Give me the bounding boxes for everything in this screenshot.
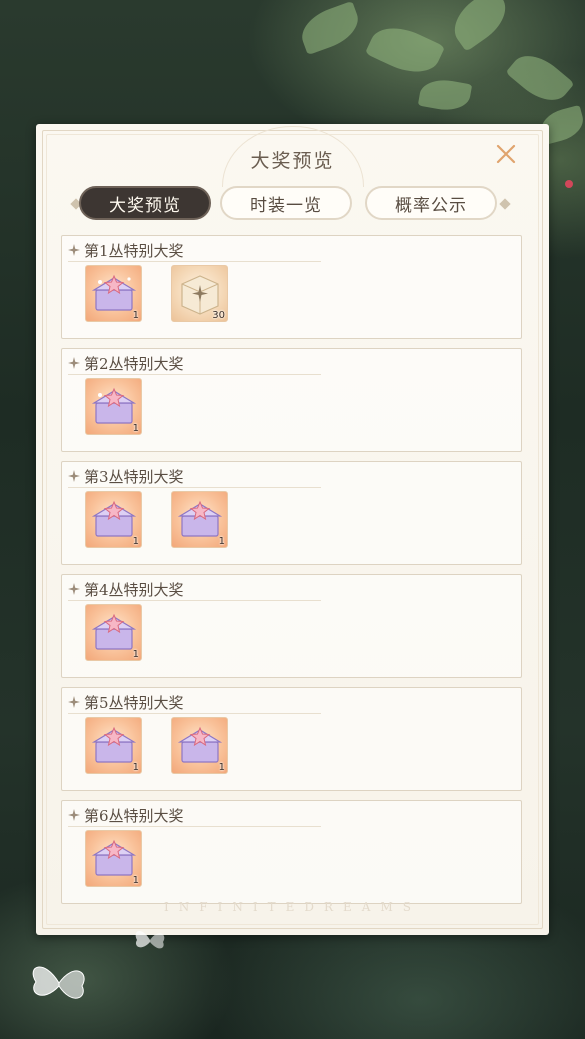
prize-section-1: 第1丛特别大奖 1 30 bbox=[61, 235, 522, 339]
sparkle-icon bbox=[68, 470, 80, 482]
section-label: 第6丛特别大奖 bbox=[84, 806, 184, 825]
prize-item[interactable]: 1 bbox=[85, 717, 142, 774]
section-label: 第1丛特别大奖 bbox=[84, 241, 184, 260]
prize-item[interactable]: 1 bbox=[171, 491, 228, 548]
prize-item[interactable]: 1 bbox=[85, 378, 142, 435]
item-count: 1 bbox=[132, 310, 139, 321]
leaf-decoration bbox=[295, 0, 365, 56]
tab-outfit-list[interactable]: 时装一览 bbox=[220, 186, 352, 220]
section-header: 第1丛特别大奖 bbox=[68, 239, 321, 262]
sparkle-icon bbox=[68, 357, 80, 369]
notification-dot bbox=[565, 180, 573, 188]
item-count: 1 bbox=[132, 762, 139, 773]
close-icon bbox=[496, 144, 516, 164]
tab-ornament bbox=[499, 198, 511, 210]
sparkle-icon bbox=[68, 809, 80, 821]
prize-item[interactable]: 1 bbox=[171, 717, 228, 774]
leaf-decoration bbox=[444, 0, 516, 52]
item-count: 30 bbox=[212, 310, 225, 321]
item-count: 1 bbox=[132, 875, 139, 886]
prize-section-4: 第4丛特别大奖 1 bbox=[61, 574, 522, 678]
tab-probability[interactable]: 概率公示 bbox=[365, 186, 497, 220]
prize-item[interactable]: 1 bbox=[85, 491, 142, 548]
item-count: 1 bbox=[132, 423, 139, 434]
dialog-title: 大奖预览 bbox=[250, 150, 335, 172]
section-header: 第2丛特别大奖 bbox=[68, 352, 321, 375]
item-count: 1 bbox=[132, 536, 139, 547]
close-button[interactable] bbox=[492, 140, 520, 168]
sparkle-icon bbox=[68, 583, 80, 595]
prize-section-6: 第6丛特别大奖 1 bbox=[61, 800, 522, 904]
prize-item[interactable]: 1 bbox=[85, 265, 142, 322]
grand-prize-dialog: 大奖预览 大奖预览 时装一览 概率公示 第1丛特别大奖 1 30 第2丛特别大奖… bbox=[36, 124, 549, 935]
section-label: 第2丛特别大奖 bbox=[84, 354, 184, 373]
item-count: 1 bbox=[218, 762, 225, 773]
section-header: 第6丛特别大奖 bbox=[68, 804, 321, 827]
sparkle-icon bbox=[68, 696, 80, 708]
butterfly-icon bbox=[32, 966, 85, 999]
prize-item[interactable]: 1 bbox=[85, 604, 142, 661]
prize-section-5: 第5丛特别大奖 1 1 bbox=[61, 687, 522, 791]
leaf-decoration bbox=[417, 75, 473, 115]
section-label: 第3丛特别大奖 bbox=[84, 467, 184, 486]
tab-grand-prize-preview[interactable]: 大奖预览 bbox=[79, 186, 211, 220]
sparkle-icon bbox=[68, 244, 80, 256]
section-header: 第5丛特别大奖 bbox=[68, 691, 321, 714]
leaf-decoration bbox=[364, 17, 446, 83]
section-header: 第3丛特别大奖 bbox=[68, 465, 321, 488]
section-header: 第4丛特别大奖 bbox=[68, 578, 321, 601]
brand-watermark: INFINITEDREAMS bbox=[164, 900, 421, 914]
leaf-decoration bbox=[505, 44, 575, 112]
butterfly-icon bbox=[135, 930, 165, 949]
section-label: 第5丛特别大奖 bbox=[84, 693, 184, 712]
item-count: 1 bbox=[132, 649, 139, 660]
prize-item[interactable]: 1 bbox=[85, 830, 142, 887]
section-label: 第4丛特别大奖 bbox=[84, 580, 184, 599]
prize-item[interactable]: 30 bbox=[171, 265, 228, 322]
item-count: 1 bbox=[218, 536, 225, 547]
prize-section-3: 第3丛特别大奖 1 1 bbox=[61, 461, 522, 565]
prize-section-2: 第2丛特别大奖 1 bbox=[61, 348, 522, 452]
